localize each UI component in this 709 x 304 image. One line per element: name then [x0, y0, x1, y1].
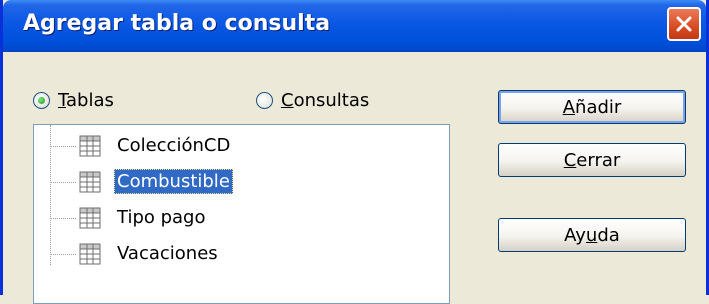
- tree-connector: [50, 182, 76, 183]
- list-item-label: ColecciónCD: [117, 135, 231, 156]
- radio-button-unchecked[interactable]: [256, 92, 273, 109]
- title-bar[interactable]: Agregar tabla o consulta: [3, 0, 706, 52]
- close-dialog-button-label: Cerrar: [563, 149, 621, 171]
- list-item-label: Vacaciones: [117, 243, 218, 264]
- table-icon: [79, 243, 101, 265]
- tree-connector: [50, 254, 76, 255]
- help-button-label: Ayuda: [564, 224, 620, 246]
- list-item-label: Tipo pago: [117, 207, 206, 228]
- table-icon: [79, 135, 101, 157]
- list-item[interactable]: Vacaciones: [34, 237, 449, 271]
- dialog-title: Agregar tabla o consulta: [23, 11, 331, 36]
- add-button-label: Añadir: [562, 96, 622, 118]
- close-dialog-button[interactable]: Cerrar: [498, 143, 686, 177]
- tables-list[interactable]: ColecciónCD Combustible Tipo pago Vacaci…: [33, 124, 450, 304]
- list-item-label-selected: Combustible: [114, 169, 233, 194]
- tree-connector: [50, 218, 76, 219]
- table-icon: [79, 207, 101, 229]
- tree-connector: [50, 146, 76, 147]
- help-button[interactable]: Ayuda: [498, 218, 686, 252]
- radio-tablas[interactable]: Tablas: [33, 90, 114, 111]
- radio-consultas[interactable]: Consultas: [256, 90, 369, 111]
- table-icon: [79, 171, 101, 193]
- list-item[interactable]: Tipo pago: [34, 201, 449, 235]
- close-button[interactable]: [667, 7, 701, 41]
- radio-consultas-label: Consultas: [281, 90, 370, 111]
- radio-button-checked[interactable]: [33, 92, 50, 109]
- add-button[interactable]: Añadir: [498, 90, 686, 124]
- list-item[interactable]: Combustible: [34, 165, 449, 199]
- list-item[interactable]: ColecciónCD: [34, 129, 449, 163]
- close-icon: [676, 16, 692, 32]
- radio-tablas-label: Tablas: [58, 90, 114, 111]
